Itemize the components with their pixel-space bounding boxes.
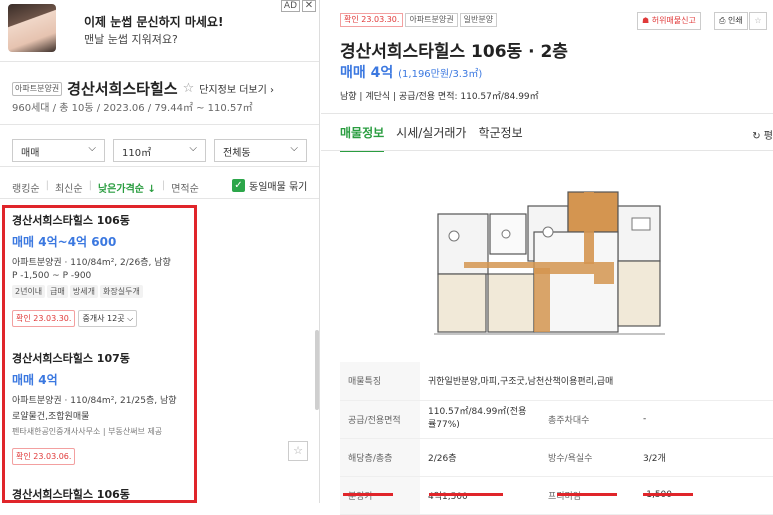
highlight-underline (557, 493, 617, 496)
divider (321, 113, 773, 114)
confirm-badge: 확인 23.03.30. (340, 13, 404, 27)
price-value: 매매 4억 (340, 65, 394, 81)
divider: | (88, 180, 92, 191)
complex-header: 아파트분양권 경산서희스타힐스 ☆ 단지정보 더보기 › (12, 78, 274, 99)
table-row: 공급/전용면적 110.57㎡/84.99㎡(전용률77%) 총주차대수 - (340, 400, 773, 439)
sort-ranking[interactable]: 랭킹순 (12, 180, 40, 195)
divider (0, 198, 319, 199)
ad-image[interactable] (8, 4, 56, 52)
highlight-box (2, 205, 197, 503)
detail-title: 경산서희스타힐스 106동 · 2층 (340, 42, 568, 62)
highlight-underline (343, 493, 393, 496)
complex-name: 경산서희스타힐스 (67, 80, 178, 98)
row-value: - (635, 400, 773, 439)
same-listing-label: 동일매물 묶기 (249, 182, 308, 193)
sort-options: 랭킹순 | 최신순 | 낮은가격순 ↓ | 면적순 (12, 180, 199, 195)
chevron-down-icon: ⌵ (189, 143, 197, 154)
detail-price: 매매 4억 (1,196만원/3.3㎡) (340, 62, 482, 82)
listing-info-table: 매물특징 귀한일반분양,마피,구조굿,남천산책이용편리,급매 공급/전용면적 1… (340, 362, 773, 515)
tab-school-info[interactable]: 학군정보 (478, 124, 522, 152)
row-key: 공급/전용면적 (340, 400, 420, 439)
sort-area[interactable]: 면적순 (171, 180, 199, 195)
sale-type-tag: 일반분양 (459, 13, 498, 27)
scrollbar[interactable] (315, 330, 319, 410)
row-key: 총주차대수 (540, 400, 635, 439)
price-per-pyeong: (1,196만원/3.3㎡) (398, 69, 483, 80)
dong-select[interactable]: 전체동 ⌵ (214, 139, 307, 162)
sort-low-price[interactable]: 낮은가격순 ↓ (98, 180, 156, 195)
report-false-listing-button[interactable]: ☗ 허위매물신고 (637, 12, 701, 30)
row-key: 매물특징 (340, 362, 420, 401)
same-listing-toggle[interactable]: ✓ 동일매물 묶기 (232, 178, 307, 193)
row-key: 방수/욕실수 (540, 438, 635, 477)
divider: | (161, 180, 166, 191)
sort-latest[interactable]: 최신순 (55, 180, 83, 195)
detail-spec: 남향 | 계단식 | 공급/전용 면적: 110.57㎡/84.99㎡ (340, 92, 539, 102)
row-value: 귀한일반분양,마피,구조굿,남천산책이용편리,급매 (420, 362, 773, 401)
divider (321, 150, 773, 151)
favorite-star-icon[interactable]: ☆ (288, 441, 308, 461)
favorite-star-icon[interactable]: ☆ (749, 12, 767, 30)
tab-price-history[interactable]: 시세/실거래가 (396, 124, 466, 152)
detail-panel: 확인 23.03.30. 아파트분양권 일반분양 ☗ 허위매물신고 ⎙ 인쇄 ☆… (321, 0, 773, 515)
ad-banner[interactable]: 이제 눈썹 문신하지 마세요! 맨날 눈썹 지워져요? AD ✕ (0, 0, 319, 62)
highlight-underline (643, 493, 693, 496)
type-tag: 아파트분양권 (405, 13, 458, 27)
filter-bar: 매매 ⌵ 110㎡ ⌵ 전체동 ⌵ (0, 124, 319, 167)
row-value: 110.57㎡/84.99㎡(전용률77%) (420, 400, 540, 439)
divider: | (45, 180, 49, 191)
tab-listing-info[interactable]: 매물정보 (340, 124, 385, 152)
highlight-underline (429, 493, 503, 496)
trade-type-select[interactable]: 매매 ⌵ (12, 139, 105, 162)
complex-info: 960세대 / 총 10동 / 2023.06 / 79.44㎡ ~ 110.5… (12, 103, 253, 114)
complex-type-tag: 아파트분양권 (12, 81, 63, 96)
row-value: 3/2개 (635, 438, 773, 477)
area-select[interactable]: 110㎡ ⌵ (113, 139, 206, 162)
table-row: 매물특징 귀한일반분양,마피,구조굿,남천산책이용편리,급매 (340, 362, 773, 401)
complex-detail-link[interactable]: 단지정보 더보기 › (199, 81, 274, 96)
print-button[interactable]: ⎙ 인쇄 (714, 12, 748, 30)
checkbox-checked-icon[interactable]: ✓ (232, 179, 245, 192)
ad-close-button[interactable]: ✕ (302, 0, 316, 12)
row-key: 해당층/총층 (340, 438, 420, 477)
floor-plan-image[interactable] (434, 184, 665, 336)
refresh-button[interactable]: ↻ 평 (752, 127, 773, 142)
favorite-star-icon[interactable]: ☆ (183, 81, 195, 96)
listing-panel: 이제 눈썹 문신하지 마세요! 맨날 눈썹 지워져요? AD ✕ 아파트분양권 … (0, 0, 320, 503)
ad-badge: AD (280, 0, 300, 12)
chevron-down-icon: ⌵ (88, 143, 96, 154)
area-value: 110㎡ (122, 148, 152, 159)
detail-tabs: 매물정보 시세/실거래가 학군정보 (340, 124, 523, 152)
detail-tags: 확인 23.03.30. 아파트분양권 일반분양 (340, 13, 498, 27)
row-value: 2/26층 (420, 438, 540, 477)
ad-title[interactable]: 이제 눈썹 문신하지 마세요! (84, 13, 223, 30)
ad-subtitle[interactable]: 맨날 눈썹 지워져요? (84, 31, 178, 47)
trade-type-value: 매매 (21, 148, 40, 159)
dong-value: 전체동 (223, 148, 251, 159)
table-row: 해당층/총층 2/26층 방수/욕실수 3/2개 (340, 438, 773, 477)
chevron-down-icon: ⌵ (290, 143, 298, 154)
